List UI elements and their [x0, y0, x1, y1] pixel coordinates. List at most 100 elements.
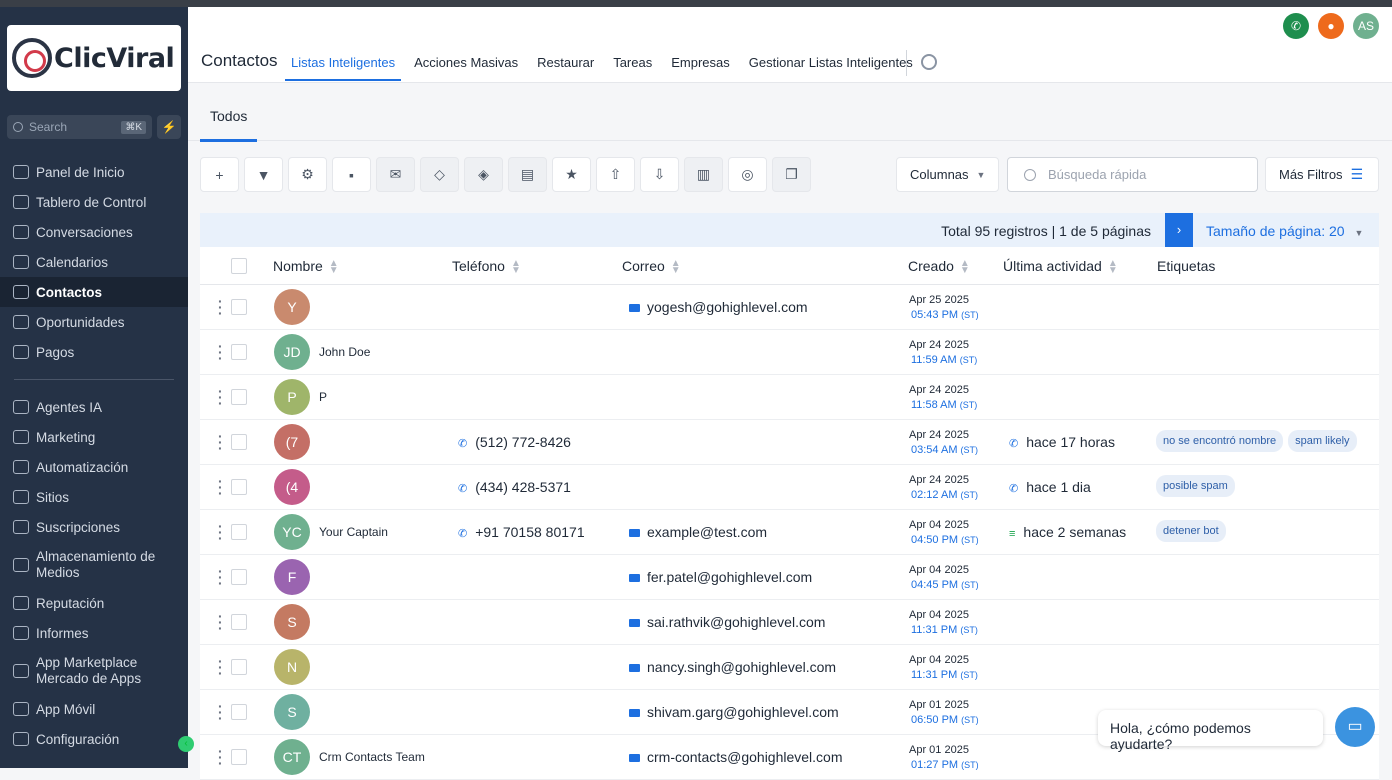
- avatar[interactable]: Y: [274, 289, 310, 325]
- more-filters-button[interactable]: Más Filtros ☰: [1265, 157, 1379, 192]
- contact-name[interactable]: John Doe: [319, 345, 370, 359]
- avatar[interactable]: JD: [274, 334, 310, 370]
- send-email-icon[interactable]: ✉: [376, 157, 415, 192]
- sidebar-item-subscriptions[interactable]: Suscripciones: [0, 512, 188, 542]
- chat-widget-icon[interactable]: ▭: [1335, 707, 1375, 747]
- tag-badge[interactable]: no se encontró nombre: [1156, 430, 1284, 452]
- row-menu-icon[interactable]: · · ·: [218, 294, 223, 320]
- table-row[interactable]: · · · (4 ✆ (434) 428-5371 Apr 24 2025 02:12 AM …: [200, 465, 1379, 510]
- contact-name[interactable]: Crm Contacts Team: [319, 750, 425, 764]
- avatar[interactable]: N: [274, 649, 310, 685]
- contact-email[interactable]: shivam.garg@gohighlevel.com: [629, 704, 839, 720]
- add-to-workflow-icon[interactable]: ⚙: [288, 157, 327, 192]
- avatar[interactable]: CT: [274, 739, 310, 775]
- contact-phone[interactable]: ✆ (434) 428-5371: [458, 479, 571, 495]
- table-row[interactable]: · · · Ffer.patel@gohighlevel.com Apr 04 2025…: [200, 555, 1379, 600]
- collapse-sidebar-icon[interactable]: ‹: [178, 736, 194, 752]
- sidebar-item-dashboard[interactable]: Tablero de Control: [0, 187, 188, 217]
- sidebar-item-calendar[interactable]: Calendarios: [0, 247, 188, 277]
- settings-gear-icon[interactable]: [921, 54, 937, 70]
- import-icon[interactable]: ⇩: [640, 157, 679, 192]
- contact-phone[interactable]: ✆ (512) 772-8426: [458, 434, 571, 450]
- sidebar-item-sparkle[interactable]: Agentes IA: [0, 392, 188, 422]
- header-ultima-actividad[interactable]: Última actividad ▲ ▼: [1003, 258, 1118, 276]
- avatar[interactable]: P: [274, 379, 310, 415]
- row-checkbox[interactable]: [231, 524, 247, 540]
- sidebar-item-media[interactable]: Almacenamiento de Medios: [0, 542, 188, 588]
- contact-email[interactable]: crm-contacts@gohighlevel.com: [629, 749, 843, 765]
- tag-badge[interactable]: posible spam: [1156, 475, 1235, 497]
- table-row[interactable]: · · · Nnancy.singh@gohighlevel.com Apr 04 20…: [200, 645, 1379, 690]
- tag-badge[interactable]: detener bot: [1156, 520, 1226, 542]
- table-row[interactable]: · · · JD John Doe Apr 24 2025 11:59 AM (ST): [200, 330, 1379, 375]
- row-checkbox[interactable]: [231, 659, 247, 675]
- row-checkbox[interactable]: [231, 749, 247, 765]
- row-checkbox[interactable]: [231, 434, 247, 450]
- avatar[interactable]: S: [274, 604, 310, 640]
- sidebar-item-star[interactable]: Reputación: [0, 588, 188, 618]
- row-checkbox[interactable]: [231, 569, 247, 585]
- delete-icon[interactable]: ▤: [508, 157, 547, 192]
- row-menu-icon[interactable]: · · ·: [218, 474, 223, 500]
- header-creado[interactable]: Creado ▲ ▼: [908, 258, 970, 276]
- contact-email[interactable]: fer.patel@gohighlevel.com: [629, 569, 812, 585]
- row-checkbox[interactable]: [231, 389, 247, 405]
- filter-icon[interactable]: ▼: [244, 157, 283, 192]
- tag-badge[interactable]: spam likely: [1288, 430, 1357, 452]
- row-menu-icon[interactable]: · · ·: [218, 654, 223, 680]
- table-row[interactable]: · · · (7 ✆ (512) 772-8426 Apr 24 2025 03:54 AM …: [200, 420, 1379, 465]
- contact-email[interactable]: sai.rathvik@gohighlevel.com: [629, 614, 825, 630]
- sidebar-item-home[interactable]: Panel de Inicio: [0, 157, 188, 187]
- table-row[interactable]: · · · Yyogesh@gohighlevel.com Apr 25 2025 05:…: [200, 285, 1379, 330]
- sidebar-item-grid[interactable]: App Marketplace Mercado de Apps: [0, 648, 188, 694]
- row-checkbox[interactable]: [231, 299, 247, 315]
- row-menu-icon[interactable]: · · ·: [218, 429, 223, 455]
- header-nombre[interactable]: Nombre ▲ ▼: [273, 258, 339, 276]
- tab-restaurar[interactable]: Restaurar: [531, 47, 600, 81]
- avatar[interactable]: (7: [274, 424, 310, 460]
- row-menu-icon[interactable]: · · ·: [218, 609, 223, 635]
- row-menu-icon[interactable]: · · ·: [218, 519, 223, 545]
- tab-gestionar-listas[interactable]: Gestionar Listas Inteligentes: [743, 47, 919, 81]
- row-menu-icon[interactable]: · · ·: [218, 699, 223, 725]
- contact-email[interactable]: nancy.singh@gohighlevel.com: [629, 659, 836, 675]
- add-contact-icon[interactable]: +: [200, 157, 239, 192]
- contact-name[interactable]: P: [319, 390, 327, 404]
- page-size-dropdown[interactable]: Tamaño de página: 20 ▼: [1206, 223, 1363, 239]
- row-menu-icon[interactable]: · · ·: [218, 564, 223, 590]
- sidebar-item-mobile[interactable]: App Móvil: [0, 694, 188, 724]
- avatar[interactable]: (4: [274, 469, 310, 505]
- review-request-star-icon[interactable]: ★: [552, 157, 591, 192]
- row-menu-icon[interactable]: · · ·: [218, 744, 223, 770]
- next-page-icon[interactable]: ›: [1165, 213, 1193, 247]
- avatar[interactable]: YC: [274, 514, 310, 550]
- header-correo[interactable]: Correo ▲ ▼: [622, 258, 681, 276]
- sidebar-item-chart[interactable]: Informes: [0, 618, 188, 648]
- contact-name[interactable]: Your Captain: [319, 525, 388, 539]
- table-row[interactable]: · · · P P Apr 24 2025 11:58 AM (ST): [200, 375, 1379, 420]
- contact-phone[interactable]: ✆ +91 70158 80171: [458, 524, 585, 540]
- chat-greeting-bubble[interactable]: Hola, ¿cómo podemos ayudarte?: [1098, 710, 1323, 752]
- notification-bell-icon[interactable]: ●: [1318, 13, 1344, 39]
- sidebar-item-contacts[interactable]: Contactos: [0, 277, 188, 307]
- row-checkbox[interactable]: [231, 614, 247, 630]
- row-checkbox[interactable]: [231, 344, 247, 360]
- remove-tag-icon[interactable]: ◈: [464, 157, 503, 192]
- whatsapp-icon[interactable]: ◎: [728, 157, 767, 192]
- header-telefono[interactable]: Teléfono ▲ ▼: [452, 258, 521, 276]
- merge-duplicates-icon[interactable]: ❐: [772, 157, 811, 192]
- contact-email[interactable]: yogesh@gohighlevel.com: [629, 299, 808, 315]
- sidebar-item-chat[interactable]: Conversaciones: [0, 217, 188, 247]
- send-sms-icon[interactable]: ▪: [332, 157, 371, 192]
- row-checkbox[interactable]: [231, 479, 247, 495]
- tab-tareas[interactable]: Tareas: [607, 47, 658, 81]
- row-menu-icon[interactable]: · · ·: [218, 384, 223, 410]
- avatar[interactable]: F: [274, 559, 310, 595]
- tab-listas-inteligentes[interactable]: Listas Inteligentes: [285, 47, 402, 81]
- sidebar-item-sites[interactable]: Sitios: [0, 482, 188, 512]
- add-tag-icon[interactable]: ◇: [420, 157, 459, 192]
- export-icon[interactable]: ⇧: [596, 157, 635, 192]
- table-row[interactable]: · · · YC Your Captain ✆ +91 70158 80171 example…: [200, 510, 1379, 555]
- sidebar-item-automation[interactable]: Automatización: [0, 452, 188, 482]
- sidebar-search[interactable]: Search ⌘K: [7, 115, 152, 139]
